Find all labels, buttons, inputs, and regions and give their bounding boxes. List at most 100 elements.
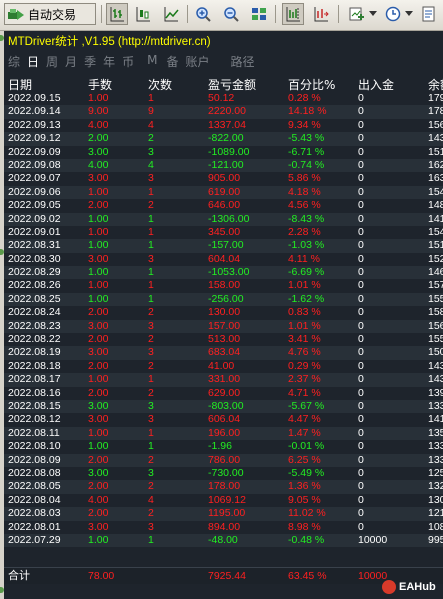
table-row: 2022.08.25 1.00 1 -256.00 -1.62 % 0 155 xyxy=(4,292,443,307)
auto-scroll-button[interactable] xyxy=(310,3,332,25)
cell-percent: 11.02 % xyxy=(288,507,326,520)
chart-shift-button[interactable] xyxy=(282,3,304,25)
cell-balance: 162 xyxy=(428,158,443,171)
chart-window[interactable]: MTDriver统计 ,V1.95 (http://mtdriver.cn) 综… xyxy=(4,31,443,599)
cell-profit: -157.00 xyxy=(208,239,244,252)
cell-deposit: 0 xyxy=(358,105,364,118)
tab-day[interactable]: 日 xyxy=(27,53,39,71)
cell-percent: 0.29 % xyxy=(288,359,321,372)
cell-lots: 2.00 xyxy=(88,306,109,319)
cell-deposit: 0 xyxy=(358,319,364,332)
table-row: 2022.09.09 3.00 3 -1089.00 -6.71 % 0 151 xyxy=(4,146,443,159)
tab-year[interactable]: 年 xyxy=(103,53,115,71)
cell-lots: 1.00 xyxy=(88,426,109,439)
cell-percent: 2.37 % xyxy=(288,373,321,386)
table-row: 2022.08.17 1.00 1 331.00 2.37 % 0 143 xyxy=(4,373,443,387)
cell-trades: 2 xyxy=(148,333,154,346)
table-row: 2022.08.16 2.00 2 629.00 4.71 % 0 139 xyxy=(4,387,443,400)
cell-trades: 1 xyxy=(148,279,154,292)
cell-percent: 1.36 % xyxy=(288,480,321,493)
cell-percent: 3.41 % xyxy=(288,333,321,346)
line-chart-button[interactable] xyxy=(160,3,182,25)
table-row: 2022.08.12 3.00 3 606.04 4.47 % 0 141 xyxy=(4,413,443,426)
cell-lots: 2.00 xyxy=(88,359,109,372)
cell-deposit: 0 xyxy=(358,212,364,225)
cell-percent: -6.71 % xyxy=(288,145,325,158)
zoom-in-button[interactable] xyxy=(192,3,214,25)
cell-deposit: 0 xyxy=(358,306,364,319)
cell-trades: 3 xyxy=(148,172,154,185)
cell-date: 2022.08.08 xyxy=(8,466,61,479)
tab-summary[interactable]: 综 xyxy=(8,53,20,71)
cell-lots: 1.00 xyxy=(88,212,109,225)
cell-trades: 1 xyxy=(148,292,154,305)
col-balance: 余额 xyxy=(428,78,443,92)
candlestick-button[interactable] xyxy=(132,3,154,25)
cell-date: 2022.09.06 xyxy=(8,185,61,198)
cell-balance: 155 xyxy=(428,333,443,346)
tab-currency[interactable]: 币 xyxy=(122,53,134,71)
cell-profit: -1306.00 xyxy=(208,212,250,225)
indicators-dropdown[interactable] xyxy=(368,3,378,25)
cell-trades: 2 xyxy=(148,507,154,520)
cell-percent: 9.05 % xyxy=(288,493,321,506)
table-row: 2022.08.26 1.00 1 158.00 1.01 % 0 157 xyxy=(4,279,443,292)
cell-profit: 905.00 xyxy=(208,172,241,185)
tab-magic[interactable]: M xyxy=(147,53,157,71)
cell-deposit: 0 xyxy=(358,266,364,279)
zoom-out-icon xyxy=(224,7,239,22)
cell-trades: 3 xyxy=(148,520,154,533)
cell-lots: 2.00 xyxy=(88,480,109,493)
cell-deposit: 0 xyxy=(358,279,364,292)
cell-balance: 143 xyxy=(428,132,443,145)
cell-deposit: 0 xyxy=(358,426,364,439)
cell-deposit: 0 xyxy=(358,493,364,506)
tile-windows-icon xyxy=(252,8,266,20)
cell-profit: 683.04 xyxy=(208,346,241,359)
tab-quarter[interactable]: 季 xyxy=(84,53,96,71)
cell-profit: 178.00 xyxy=(208,480,241,493)
tab-account[interactable]: 账户 xyxy=(185,53,209,71)
cell-date: 2022.09.01 xyxy=(8,225,61,238)
cell-percent: -0.01 % xyxy=(288,440,325,453)
cell-trades: 3 xyxy=(148,399,154,412)
cell-date: 2022.08.19 xyxy=(8,346,61,359)
cell-date: 2022.08.26 xyxy=(8,279,61,292)
cell-lots: 2.00 xyxy=(88,333,109,346)
cell-profit: 786.00 xyxy=(208,453,241,466)
cell-lots: 2.00 xyxy=(88,132,109,145)
cell-trades: 1 xyxy=(148,373,154,386)
templates-button[interactable] xyxy=(418,3,440,25)
indicators-button[interactable] xyxy=(346,3,368,25)
cell-profit: 629.00 xyxy=(208,386,241,399)
cell-profit: 1069.12 xyxy=(208,493,246,506)
zoom-out-button[interactable] xyxy=(220,3,242,25)
auto-trading-button[interactable]: 自动交易 xyxy=(4,3,96,25)
cell-lots: 4.00 xyxy=(88,118,109,131)
cell-percent: 4.71 % xyxy=(288,386,321,399)
cell-date: 2022.08.25 xyxy=(8,292,61,305)
cell-percent: -5.67 % xyxy=(288,399,325,412)
cell-profit: -803.00 xyxy=(208,399,244,412)
tab-note[interactable]: 备 xyxy=(166,53,178,71)
bar-chart-button[interactable] xyxy=(106,3,128,25)
cell-deposit: 0 xyxy=(358,145,364,158)
cell-trades: 3 xyxy=(148,413,154,426)
periods-dropdown[interactable] xyxy=(404,3,414,25)
cell-deposit: 0 xyxy=(358,386,364,399)
cell-balance: 108 xyxy=(428,520,443,533)
tile-windows-button[interactable] xyxy=(248,3,270,25)
tab-path[interactable]: 路径 xyxy=(231,53,255,71)
cell-profit: -822.00 xyxy=(208,132,244,145)
template-icon xyxy=(422,6,435,22)
cell-balance: 139 xyxy=(428,386,443,399)
cell-percent: 0.28 % xyxy=(288,92,321,104)
cell-deposit: 10000 xyxy=(358,533,388,546)
periods-button[interactable] xyxy=(382,3,404,25)
cell-lots: 2.00 xyxy=(88,386,109,399)
cell-balance: 141 xyxy=(428,413,443,426)
cell-trades: 1 xyxy=(148,426,154,439)
cell-percent: -1.03 % xyxy=(288,239,325,252)
tab-week[interactable]: 周 xyxy=(46,53,58,71)
tab-month[interactable]: 月 xyxy=(65,53,77,71)
